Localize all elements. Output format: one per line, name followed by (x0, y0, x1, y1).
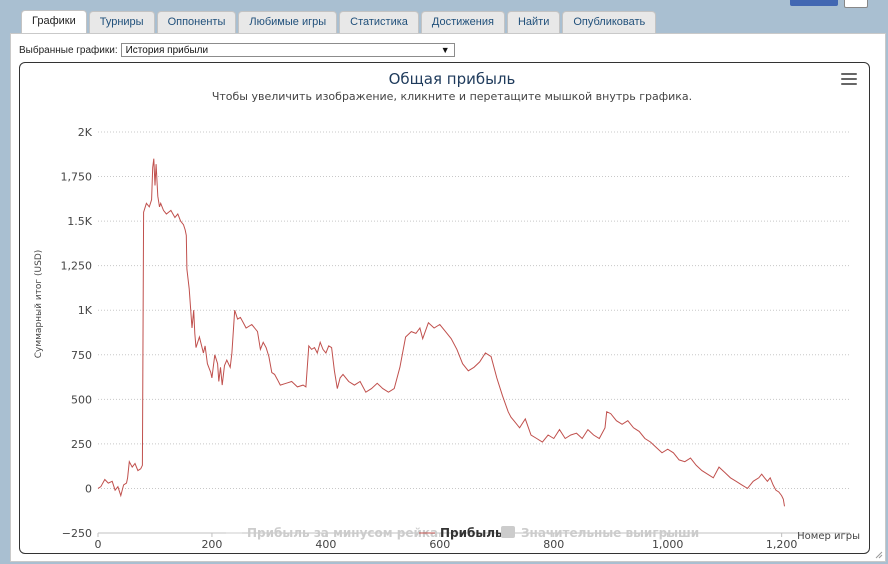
x-tick-label: 0 (95, 538, 102, 551)
x-axis-label: Номер игры (797, 531, 860, 542)
chart-svg: 2K1,7501.5K1,2501K7505002500−250 0 200 400… (34, 70, 860, 551)
profit-chart[interactable]: 2K 1,750 1.5K 1,250 1K 750 500 250 0 −250 0 200 400… (19, 62, 870, 554)
y-tick-label: −250 (62, 527, 92, 540)
facebook-like-count (844, 0, 868, 8)
series-line-profit (97, 158, 785, 507)
graph-select-value: История прибыли (125, 45, 209, 56)
x-tick-label: 1,200 (766, 538, 798, 551)
facebook-like-button[interactable] (790, 0, 838, 6)
graph-selector-row: Выбранные графики: История прибыли ▼ (19, 43, 455, 57)
tab-graphs[interactable]: Графики (21, 10, 87, 34)
y-tick-label: 1,250 (61, 260, 93, 273)
tab-tournaments[interactable]: Турниры (88, 11, 155, 33)
main-tabs: Графики Турниры Оппоненты Любимые игры С… (21, 10, 657, 34)
y-tick-label: 1K (78, 304, 93, 317)
tab-favorite-games[interactable]: Любимые игры (238, 11, 338, 33)
resize-grip-icon[interactable] (875, 551, 883, 559)
graph-selector-label: Выбранные графики: (19, 44, 118, 56)
tab-opponents[interactable]: Оппоненты (156, 11, 237, 33)
y-tick-label: 250 (71, 438, 92, 451)
legend-item-big-wins[interactable]: Значительные выигрыши (521, 526, 699, 540)
y-tick-label: 1,750 (61, 171, 93, 184)
graph-select-dropdown[interactable]: История прибыли ▼ (120, 43, 455, 57)
y-tick-label: 500 (71, 393, 92, 406)
legend-item-profit[interactable]: Прибыль (440, 526, 503, 540)
y-axis-ticks: 2K 1,750 1.5K 1,250 1K 750 500 250 0 −250 (61, 126, 93, 540)
tab-find[interactable]: Найти (506, 11, 561, 33)
y-tick-label: 1.5K (67, 215, 92, 228)
chart-menu-icon[interactable] (841, 73, 857, 87)
y-tick-label: 0 (85, 482, 92, 495)
chart-subtitle: Чтобы увеличить изображение, кликните и … (212, 90, 692, 103)
tab-statistics[interactable]: Статистика (339, 11, 419, 33)
chart-legend: Прибыль за минусом рейка Прибыль Значите… (226, 526, 699, 540)
dropdown-arrow-icon: ▼ (440, 45, 450, 55)
y-axis-label: Суммарный итог (USD) (34, 250, 44, 359)
legend-marker-big-wins[interactable] (501, 526, 515, 538)
tab-achievements[interactable]: Достижения (420, 11, 505, 33)
chart-title: Общая прибыль (389, 70, 516, 88)
grid-lines (98, 131, 850, 489)
graphs-panel: Выбранные графики: История прибыли ▼ 2K 1… (10, 33, 886, 562)
y-tick-label: 2K (78, 126, 93, 139)
x-tick-label: 200 (201, 538, 222, 551)
y-tick-label: 750 (71, 349, 92, 362)
tab-publish[interactable]: Опубликовать (562, 11, 657, 33)
legend-item-rake-profit[interactable]: Прибыль за минусом рейка (247, 526, 438, 540)
